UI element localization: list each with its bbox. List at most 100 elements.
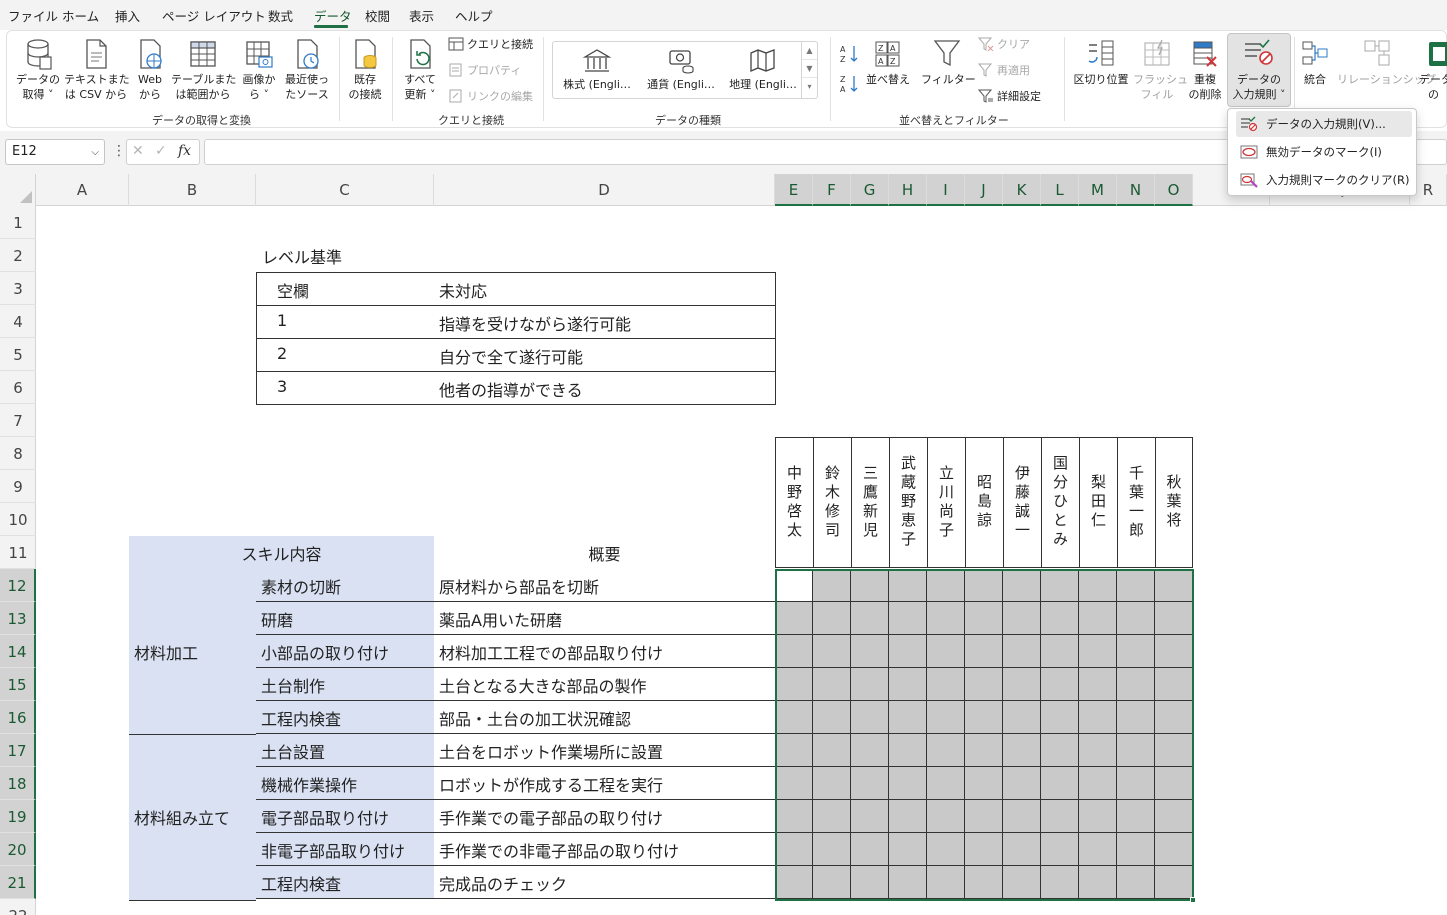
skill-level-input-cell[interactable] [1041,833,1079,866]
gallery-scroll[interactable]: ▲ ▼ ▾ [801,42,817,98]
column-header-j[interactable]: J [965,174,1003,206]
skill-level-input-cell[interactable] [1117,635,1155,668]
skill-level-input-cell[interactable] [965,767,1003,800]
column-header-k[interactable]: K [1003,174,1041,206]
skill-level-input-cell[interactable] [1155,833,1193,866]
sort-descending-button[interactable]: ZA [839,73,859,95]
skill-level-input-cell[interactable] [813,569,851,602]
skill-level-input-cell[interactable] [1117,668,1155,701]
data-model-button[interactable]: データ の [1419,37,1447,102]
skill-level-input-cell[interactable] [1041,602,1079,635]
skill-level-input-cell[interactable] [1117,569,1155,602]
skill-level-input-cell[interactable] [775,767,813,800]
skill-level-input-cell[interactable] [1117,602,1155,635]
skill-level-input-cell[interactable] [851,701,889,734]
row-header-13[interactable]: 13 [0,602,36,635]
column-header-i[interactable]: I [927,174,965,206]
skill-level-input-cell[interactable] [965,866,1003,899]
row-header-21[interactable]: 21 [0,866,36,899]
row-header-17[interactable]: 17 [0,734,36,767]
skill-level-input-cell[interactable] [927,800,965,833]
gallery-more-icon[interactable]: ▾ [802,78,817,96]
tab-file[interactable]: ファイル [8,6,58,25]
skill-level-input-cell[interactable] [775,668,813,701]
skill-level-input-cell[interactable] [813,866,851,899]
skill-level-input-cell[interactable] [1003,635,1041,668]
column-header-d[interactable]: D [434,174,775,206]
skill-level-input-cell[interactable] [889,767,927,800]
skill-level-input-cell[interactable] [775,833,813,866]
skill-level-input-cell[interactable] [965,800,1003,833]
tab-insert[interactable]: 挿入 [115,6,140,25]
sort-button[interactable]: ZAAZ 並べ替え [863,37,913,87]
from-table-button[interactable]: テーブルまた は範囲から [171,37,236,102]
relationships-button[interactable]: リレーションシップ [1337,37,1436,87]
skill-level-input-cell[interactable] [965,635,1003,668]
skill-level-input-cell[interactable] [851,569,889,602]
tab-data[interactable]: データ [314,6,352,25]
skill-level-input-cell[interactable] [889,734,927,767]
skill-level-input-cell[interactable] [1079,833,1117,866]
row-header-12[interactable]: 12 [0,569,36,602]
row-header-5[interactable]: 5 [0,338,36,371]
refresh-all-button[interactable]: すべて 更新 ˅ [399,37,441,102]
fill-handle[interactable] [1190,897,1196,903]
row-header-9[interactable]: 9 [0,470,36,503]
geography-data-type[interactable]: 地理 (Engli… [721,48,805,92]
tab-page-layout[interactable]: ページ レイアウト [162,6,266,25]
data-validation-button[interactable]: データの 入力規則 ˅ [1227,33,1291,107]
skill-level-input-cell[interactable] [1155,569,1193,602]
skill-level-input-cell[interactable] [1041,800,1079,833]
skill-level-input-cell[interactable] [851,635,889,668]
skill-level-input-cell[interactable] [1079,602,1117,635]
skill-level-input-cell[interactable] [1155,635,1193,668]
skill-level-input-cell[interactable] [1155,866,1193,899]
skill-level-input-cell[interactable] [927,866,965,899]
skill-level-input-cell[interactable] [927,701,965,734]
row-header-7[interactable]: 7 [0,404,36,437]
row-header-20[interactable]: 20 [0,833,36,866]
data-validation-menu-item[interactable]: データの入力規則(V)... [1236,111,1412,137]
skill-level-input-cell[interactable] [889,866,927,899]
chevron-down-icon[interactable]: ⌵ [91,141,99,165]
skill-level-input-cell[interactable] [1041,635,1079,668]
from-picture-button[interactable]: 画像か ら ˅ [237,37,281,102]
skill-level-input-cell[interactable] [889,833,927,866]
skill-level-input-cell[interactable] [1003,569,1041,602]
more-icon[interactable]: ⋮ [112,143,126,159]
skill-level-input-cell[interactable] [1117,701,1155,734]
skill-level-input-cell[interactable] [927,734,965,767]
skill-level-input-cell[interactable] [1003,866,1041,899]
skill-level-input-cell[interactable] [1155,734,1193,767]
skill-level-input-cell[interactable] [813,635,851,668]
skill-level-input-cell[interactable] [1117,800,1155,833]
skill-level-input-cell[interactable] [889,635,927,668]
skill-level-input-cell[interactable] [1117,866,1155,899]
column-header-m[interactable]: M [1079,174,1117,206]
skill-level-input-cell[interactable] [1003,833,1041,866]
skill-level-input-cell[interactable] [889,701,927,734]
skill-level-input-cell[interactable] [1041,569,1079,602]
sort-ascending-button[interactable]: AZ [839,43,859,65]
gallery-down-icon[interactable]: ▼ [802,60,817,78]
column-header-n[interactable]: N [1117,174,1155,206]
skill-level-input-cell[interactable] [927,602,965,635]
row-header-15[interactable]: 15 [0,668,36,701]
column-header-c[interactable]: C [256,174,434,206]
skill-level-input-cell[interactable] [775,701,813,734]
skill-level-input-cell[interactable] [813,701,851,734]
row-header-10[interactable]: 10 [0,503,36,536]
skill-level-input-cell[interactable] [889,668,927,701]
column-header-l[interactable]: L [1041,174,1079,206]
skill-level-input-cell[interactable] [965,569,1003,602]
column-header-e[interactable]: E [775,174,813,206]
column-header-g[interactable]: G [851,174,889,206]
skill-level-input-cell[interactable] [1079,668,1117,701]
confirm-check-icon[interactable]: ✓ [155,143,167,159]
skill-level-input-cell[interactable] [775,734,813,767]
skill-level-input-cell[interactable] [851,833,889,866]
row-header-16[interactable]: 16 [0,701,36,734]
column-header-h[interactable]: H [889,174,927,206]
get-data-button[interactable]: データの 取得 ˅ [13,37,63,102]
skill-level-input-cell[interactable] [813,602,851,635]
